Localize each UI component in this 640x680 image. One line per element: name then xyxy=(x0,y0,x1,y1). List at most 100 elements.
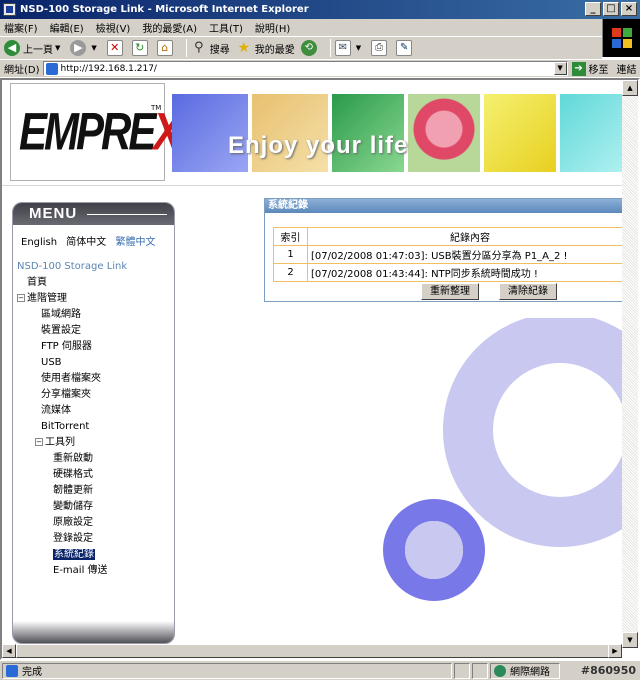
menu-tools[interactable]: 工具(T) xyxy=(209,20,243,35)
stop-icon: ✕ xyxy=(106,40,123,56)
toolbar-divider xyxy=(185,39,187,57)
scroll-down-button[interactable]: ▼ xyxy=(622,632,638,648)
sidebar-item-streaming[interactable]: 流媒体 xyxy=(17,403,174,419)
table-row: 1 [07/02/2008 01:47:03]: USB裝置分區分享為 P1_A… xyxy=(273,245,633,264)
go-label: 移至 xyxy=(588,65,609,76)
sidebar-item-syslog[interactable]: 系統紀錄 xyxy=(17,547,174,563)
scroll-right-button[interactable]: ▶ xyxy=(608,644,622,658)
go-button[interactable]: ➔ 移至 xyxy=(571,61,609,76)
small-ring-center xyxy=(405,521,463,579)
sidebar-item-format[interactable]: 硬碟格式 xyxy=(17,467,174,483)
print-button[interactable]: ⎙ xyxy=(371,40,390,56)
refresh-button[interactable]: ↻ xyxy=(131,40,151,56)
menu-favorites[interactable]: 我的最愛(A) xyxy=(142,20,197,35)
logo-text: EMPRE xyxy=(19,102,156,161)
sidebar-item-login[interactable]: 登錄設定 xyxy=(17,531,174,547)
banner-tile-yellow xyxy=(484,94,556,172)
page-content: EMPREX TM Enjoy your life MENU English 简… xyxy=(2,80,638,650)
page-icon xyxy=(6,664,18,677)
collapse-icon[interactable]: − xyxy=(35,438,43,446)
sidebar-item-share-folder[interactable]: 分享檔案夾 xyxy=(17,387,174,403)
refresh-log-button[interactable]: 重新整理 xyxy=(421,283,479,300)
globe-icon xyxy=(494,664,506,677)
sidebar-item-device[interactable]: 裝置設定 xyxy=(17,323,174,339)
collapse-icon[interactable]: − xyxy=(17,294,25,302)
clear-log-button[interactable]: 清除紀錄 xyxy=(499,283,557,300)
sidebar-item-tools[interactable]: − 工具列 xyxy=(17,435,174,451)
home-button[interactable]: ⌂ xyxy=(156,40,176,56)
menu-file[interactable]: 檔案(F) xyxy=(4,20,38,35)
lang-english[interactable]: English xyxy=(21,237,57,248)
scroll-left-button[interactable]: ◀ xyxy=(2,644,16,658)
forward-arrow-icon: ▶ xyxy=(70,40,87,56)
address-url: http://192.168.1.217/ xyxy=(60,63,157,74)
log-actions: 重新整理 清除紀錄 xyxy=(421,283,557,300)
sidebar-footer xyxy=(13,621,174,643)
column-content: 紀錄內容 xyxy=(307,227,633,246)
window-controls: _ □ × xyxy=(585,2,637,16)
mail-icon: ✉ xyxy=(334,40,351,56)
search-label: 搜尋 xyxy=(209,44,230,56)
sidebar-item-restart[interactable]: 重新啟動 xyxy=(17,451,174,467)
tree-root[interactable]: NSD-100 Storage Link xyxy=(17,259,174,275)
forward-button[interactable]: ▶ ▼ xyxy=(70,40,100,56)
log-table: 索引 紀錄內容 1 [07/02/2008 01:47:03]: USB裝置分區… xyxy=(273,227,633,282)
page-viewport: EMPREX TM Enjoy your life MENU English 简… xyxy=(0,78,640,660)
lang-simplified[interactable]: 简体中文 xyxy=(66,237,106,248)
row-index: 1 xyxy=(273,245,308,264)
sidebar-item-advanced[interactable]: − 進階管理 xyxy=(17,291,174,307)
table-header: 索引 紀錄內容 xyxy=(273,227,633,246)
menu-title: MENU xyxy=(13,203,174,225)
vertical-scrollbar[interactable]: ▲ ▼ xyxy=(622,80,638,648)
sidebar-item-bittorrent[interactable]: BitTorrent xyxy=(17,419,174,435)
security-zone: 網際網路 xyxy=(490,662,560,679)
edit-button[interactable]: ✎ xyxy=(396,40,415,56)
menu-view[interactable]: 檢視(V) xyxy=(96,20,131,35)
sidebar-item-home[interactable]: 首頁 xyxy=(17,275,174,291)
address-dropdown-button[interactable]: ▼ xyxy=(553,62,567,75)
minimize-button[interactable]: _ xyxy=(585,2,601,16)
sidebar-item-lan[interactable]: 區域網路 xyxy=(17,307,174,323)
stop-button[interactable]: ✕ xyxy=(106,40,126,56)
window-title: NSD-100 Storage Link - Microsoft Interne… xyxy=(20,4,309,15)
sidebar-item-ftp[interactable]: FTP 伺服器 xyxy=(17,339,174,355)
window-titlebar: NSD-100 Storage Link - Microsoft Interne… xyxy=(0,0,640,19)
row-text: [07/02/2008 01:43:44]: NTP同步系統時間成功 ! xyxy=(307,263,633,282)
back-label: 上一頁 xyxy=(23,44,53,56)
sidebar-item-factory[interactable]: 原廠設定 xyxy=(17,515,174,531)
emprex-logo: EMPREX TM xyxy=(10,83,181,181)
trademark-mark: TM xyxy=(151,104,162,112)
maximize-button[interactable]: □ xyxy=(603,2,619,16)
go-arrow-icon: ➔ xyxy=(571,61,586,76)
status-bar: 完成 網際網路 xyxy=(0,660,640,680)
sidebar-item-firmware[interactable]: 韌體更新 xyxy=(17,483,174,499)
large-ring xyxy=(443,318,624,547)
horizontal-scroll-thumb[interactable] xyxy=(16,644,610,658)
search-button[interactable]: ⚲ 搜尋 xyxy=(191,40,230,56)
sidebar-item-email[interactable]: E-mail 傳送 xyxy=(17,563,174,579)
windows-logo-icon xyxy=(602,19,640,57)
menu-edit[interactable]: 編輯(E) xyxy=(50,20,84,35)
toolbar: ◀ 上一頁 ▼ ▶ ▼ ✕ ↻ ⌂ ⚲ 搜尋 ★ 我的最愛 ⟲ ✉ ▼ ⎙ ✎ xyxy=(0,37,602,59)
sidebar-item-user-folder[interactable]: 使用者檔案夾 xyxy=(17,371,174,387)
links-button[interactable]: 連結 xyxy=(617,61,637,76)
favorites-button[interactable]: ★ 我的最愛 xyxy=(236,40,295,56)
horizontal-scrollbar[interactable]: ◀ ▶ xyxy=(2,644,622,658)
chevron-down-icon: ▼ xyxy=(91,44,97,52)
nav-tree: NSD-100 Storage Link 首頁 − 進階管理 區域網路 裝置設定 … xyxy=(17,259,174,579)
scroll-up-button[interactable]: ▲ xyxy=(622,80,638,96)
sidebar-item-usb[interactable]: USB xyxy=(17,355,174,371)
menu-help[interactable]: 說明(H) xyxy=(255,20,290,35)
lang-traditional[interactable]: 繁體中文 xyxy=(115,237,155,248)
mail-button[interactable]: ✉ ▼ xyxy=(334,40,365,56)
header-banner: Enjoy your life xyxy=(172,94,624,172)
row-text: [07/02/2008 01:47:03]: USB裝置分區分享為 P1_A_2… xyxy=(307,245,633,264)
star-icon: ★ xyxy=(237,40,251,56)
history-button[interactable]: ⟲ xyxy=(300,40,320,56)
address-input[interactable]: http://192.168.1.217/ ▼ xyxy=(42,61,568,76)
close-button[interactable]: × xyxy=(621,2,637,16)
sidebar-item-save[interactable]: 變動儲存 xyxy=(17,499,174,515)
sidebar-menu: MENU English 简体中文 繁體中文 NSD-100 Storage L… xyxy=(12,202,175,644)
image-watermark: #860950 xyxy=(580,664,636,677)
back-button[interactable]: ◀ 上一頁 ▼ xyxy=(4,40,64,56)
